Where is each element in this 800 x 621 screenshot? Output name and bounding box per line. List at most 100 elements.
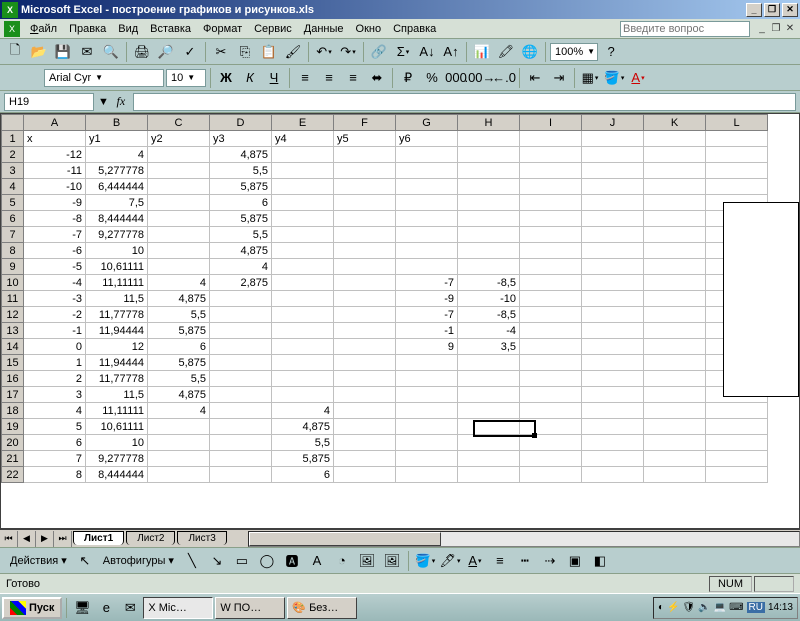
hyperlink-icon[interactable]: 🔗: [368, 41, 390, 63]
cell-E10[interactable]: [272, 275, 334, 291]
cell-I18[interactable]: [520, 403, 582, 419]
cell-E18[interactable]: 4: [272, 403, 334, 419]
autosum-icon[interactable]: Σ▾: [392, 41, 414, 63]
cell-D18[interactable]: [210, 403, 272, 419]
cell-A22[interactable]: 8: [24, 467, 86, 483]
tray-icon-2[interactable]: ⚡: [667, 602, 679, 613]
cell-L20[interactable]: [706, 435, 768, 451]
cell-D12[interactable]: [210, 307, 272, 323]
tray-icon-4[interactable]: 🔊: [698, 602, 710, 613]
rectangle-icon[interactable]: ▭: [231, 550, 253, 572]
zoom-combo[interactable]: 100%▼: [550, 43, 598, 61]
clock[interactable]: 14:13: [768, 602, 793, 613]
font-color-icon[interactable]: A▾: [627, 67, 649, 89]
cell-A13[interactable]: -1: [24, 323, 86, 339]
cell-D3[interactable]: 5,5: [210, 163, 272, 179]
cell-A20[interactable]: 6: [24, 435, 86, 451]
cell-E16[interactable]: [272, 371, 334, 387]
cell-D20[interactable]: [210, 435, 272, 451]
cell-D6[interactable]: 5,875: [210, 211, 272, 227]
cell-B22[interactable]: 8,444444: [86, 467, 148, 483]
cell-A4[interactable]: -10: [24, 179, 86, 195]
cell-H5[interactable]: [458, 195, 520, 211]
cell-J9[interactable]: [582, 259, 644, 275]
row-header-7[interactable]: 7: [2, 227, 24, 243]
cell-D17[interactable]: [210, 387, 272, 403]
cell-C17[interactable]: 4,875: [148, 387, 210, 403]
cell-B9[interactable]: 10,61111: [86, 259, 148, 275]
cell-I21[interactable]: [520, 451, 582, 467]
cell-D19[interactable]: [210, 419, 272, 435]
cell-B7[interactable]: 9,277778: [86, 227, 148, 243]
format-painter-icon[interactable]: 🖌: [282, 41, 304, 63]
cell-E13[interactable]: [272, 323, 334, 339]
cell-C5[interactable]: [148, 195, 210, 211]
fill-color-draw-icon[interactable]: 🪣▾: [414, 550, 436, 572]
cell-I13[interactable]: [520, 323, 582, 339]
save-icon[interactable]: 💾: [52, 41, 74, 63]
increase-decimal-icon[interactable]: .00→: [469, 67, 491, 89]
cell-J6[interactable]: [582, 211, 644, 227]
col-header-L[interactable]: L: [706, 115, 768, 131]
cell-A12[interactable]: -2: [24, 307, 86, 323]
cell-J12[interactable]: [582, 307, 644, 323]
fontsize-combo[interactable]: 10▼: [166, 69, 206, 87]
cell-D21[interactable]: [210, 451, 272, 467]
col-header-A[interactable]: A: [24, 115, 86, 131]
cell-L2[interactable]: [706, 147, 768, 163]
row-header-9[interactable]: 9: [2, 259, 24, 275]
doc-close-button[interactable]: ✕: [784, 23, 796, 35]
cell-H20[interactable]: [458, 435, 520, 451]
cell-B11[interactable]: 11,5: [86, 291, 148, 307]
cell-I12[interactable]: [520, 307, 582, 323]
cell-J2[interactable]: [582, 147, 644, 163]
cell-I8[interactable]: [520, 243, 582, 259]
col-header-H[interactable]: H: [458, 115, 520, 131]
cell-B18[interactable]: 11,11111: [86, 403, 148, 419]
cell-D11[interactable]: [210, 291, 272, 307]
cell-F17[interactable]: [334, 387, 396, 403]
cell-J10[interactable]: [582, 275, 644, 291]
cell-H3[interactable]: [458, 163, 520, 179]
cell-A2[interactable]: -12: [24, 147, 86, 163]
insert-picture-icon[interactable]: 🖼: [381, 550, 403, 572]
spellcheck-icon[interactable]: ✓: [179, 41, 201, 63]
cell-A10[interactable]: -4: [24, 275, 86, 291]
language-indicator[interactable]: RU: [747, 602, 765, 613]
sheet-tab-3[interactable]: Лист3: [177, 531, 226, 545]
cell-K22[interactable]: [644, 467, 706, 483]
menu-window[interactable]: Окно: [350, 21, 388, 37]
cell-D5[interactable]: 6: [210, 195, 272, 211]
line-color-icon[interactable]: 🖊▾: [439, 550, 461, 572]
cell-F1[interactable]: y5: [334, 131, 396, 147]
scroll-thumb[interactable]: [249, 532, 442, 546]
cell-I14[interactable]: [520, 339, 582, 355]
menu-format[interactable]: Формат: [197, 21, 248, 37]
cell-G12[interactable]: -7: [396, 307, 458, 323]
cell-K3[interactable]: [644, 163, 706, 179]
cell-E2[interactable]: [272, 147, 334, 163]
row-header-18[interactable]: 18: [2, 403, 24, 419]
cell-H10[interactable]: -8,5: [458, 275, 520, 291]
cell-K9[interactable]: [644, 259, 706, 275]
3d-icon[interactable]: ◧: [589, 550, 611, 572]
cell-G6[interactable]: [396, 211, 458, 227]
cell-E4[interactable]: [272, 179, 334, 195]
cell-I1[interactable]: [520, 131, 582, 147]
row-header-10[interactable]: 10: [2, 275, 24, 291]
cell-F14[interactable]: [334, 339, 396, 355]
autoshapes-menu[interactable]: Автофигуры ▾: [99, 554, 178, 567]
cell-E12[interactable]: [272, 307, 334, 323]
cell-F3[interactable]: [334, 163, 396, 179]
cell-C14[interactable]: 6: [148, 339, 210, 355]
fill-color-icon[interactable]: 🪣▾: [603, 67, 625, 89]
cell-H17[interactable]: [458, 387, 520, 403]
cell-D2[interactable]: 4,875: [210, 147, 272, 163]
cell-B12[interactable]: 11,77778: [86, 307, 148, 323]
cell-J11[interactable]: [582, 291, 644, 307]
cell-C18[interactable]: 4: [148, 403, 210, 419]
cell-K11[interactable]: [644, 291, 706, 307]
cell-A16[interactable]: 2: [24, 371, 86, 387]
embedded-chart-object[interactable]: [723, 202, 799, 397]
cell-G4[interactable]: [396, 179, 458, 195]
